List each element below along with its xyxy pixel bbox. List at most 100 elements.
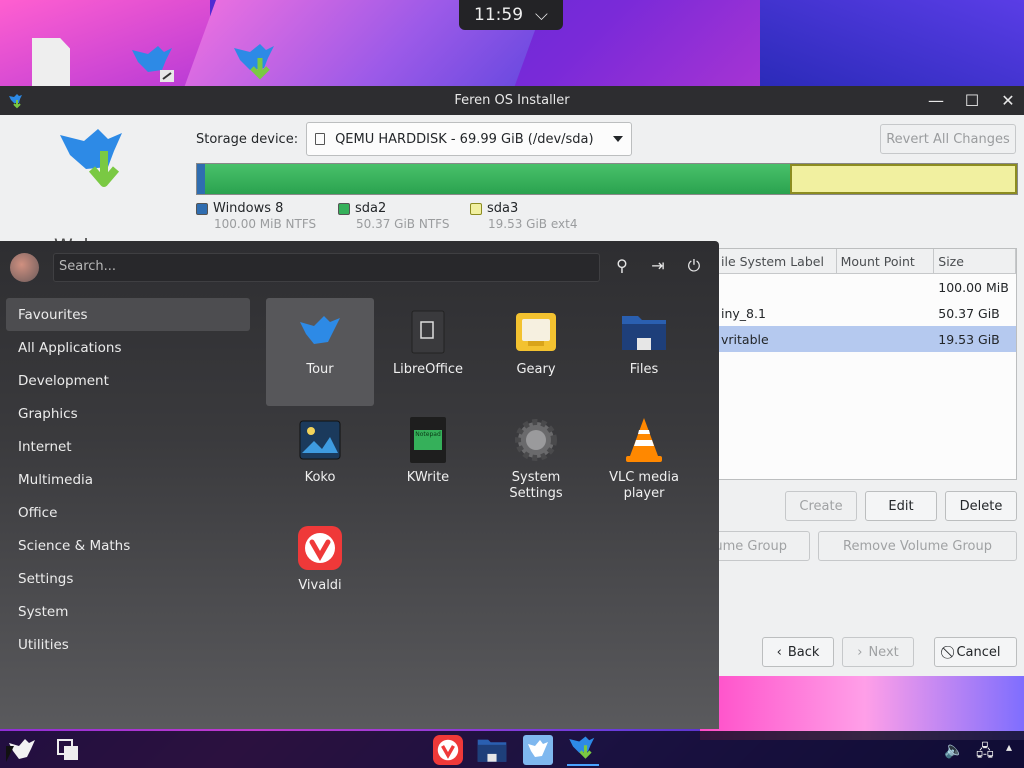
cell-label: vritable [721, 331, 769, 347]
app-koko[interactable]: Koko [266, 406, 374, 514]
revert-all-changes-button[interactable]: Revert All Changes [880, 124, 1016, 154]
vivaldi-icon [296, 524, 344, 572]
app-libreoffice[interactable]: LibreOffice [374, 298, 482, 406]
legend-name: sda2 [355, 201, 387, 216]
category-graphics[interactable]: Graphics [6, 397, 250, 430]
desktop-document-icon[interactable] [32, 38, 70, 86]
back-button-label: Back [787, 644, 820, 660]
harddisk-icon [315, 133, 326, 145]
partition-sda3-segment[interactable] [790, 164, 1017, 194]
app-label: System Settings [509, 470, 563, 501]
maximize-icon[interactable]: ☐ [964, 91, 980, 110]
storage-device-label: Storage device: [196, 131, 299, 147]
power-icon[interactable]: ⏻ [684, 256, 704, 276]
partition-bar [196, 163, 1018, 195]
category-development[interactable]: Development [6, 364, 250, 397]
category-utilities[interactable]: Utilities [6, 628, 250, 661]
storage-device-row: Storage device: QEMU HARDDISK - 69.99 Gi… [196, 122, 633, 156]
tray-expand-icon[interactable]: ▴ [1006, 740, 1012, 754]
partition-sda2-segment[interactable] [205, 164, 790, 194]
partition-windows8-segment[interactable] [197, 164, 205, 194]
chevron-left-icon: ‹ [776, 644, 782, 660]
table-row[interactable]: 100.00 MiB [717, 274, 1016, 300]
taskbar: 🔈 🖧 ▴ [0, 731, 1024, 768]
column-header[interactable]: Size [934, 249, 1016, 273]
search-input[interactable]: Search... [53, 253, 600, 282]
dropdown-caret-icon [613, 136, 624, 142]
taskbar-installer-icon[interactable] [567, 734, 599, 766]
app-label: Vivaldi [298, 578, 342, 593]
taskbar-vivaldi-icon[interactable] [432, 734, 464, 766]
top-clock[interactable]: 11:59 ⌵ [459, 0, 563, 30]
cancel-button-label: Cancel [956, 644, 1001, 660]
partition-table: ile System Label Mount Point Size 100.00… [716, 248, 1017, 480]
cancel-button[interactable]: ⃠ Cancel [934, 637, 1017, 667]
delete-button[interactable]: Delete [945, 491, 1017, 521]
legend-sda3: sda3 19.53 GiB ext4 [470, 201, 577, 231]
volume-muted-icon[interactable]: 🔈 [944, 740, 964, 759]
category-internet[interactable]: Internet [6, 430, 250, 463]
close-icon[interactable]: ✕ [1000, 91, 1016, 110]
minimize-icon[interactable]: — [928, 91, 944, 110]
category-multimedia[interactable]: Multimedia [6, 463, 250, 496]
app-files[interactable]: Files [590, 298, 698, 406]
kwrite-notepad-icon: Notepad [404, 416, 452, 464]
category-science-maths[interactable]: Science & Maths [6, 529, 250, 562]
kwrite-icon-text: Notepad [414, 430, 442, 450]
app-geary[interactable]: Geary [482, 298, 590, 406]
app-kwrite[interactable]: Notepad KWrite [374, 406, 482, 514]
vlc-cone-icon [620, 416, 668, 464]
app-system-settings[interactable]: System Settings [482, 406, 590, 514]
chevron-right-icon: › [857, 644, 863, 660]
next-button-label: Next [868, 644, 899, 660]
category-all-applications[interactable]: All Applications [6, 331, 250, 364]
app-grid: Tour LibreOffice Geary Files Koko Notepa… [266, 298, 706, 622]
cell-size: 100.00 MiB [938, 279, 1009, 295]
column-header[interactable]: ile System Label [717, 249, 837, 273]
legend-name: Windows 8 [213, 201, 284, 216]
show-desktop-icon[interactable] [52, 734, 84, 766]
app-label: Files [629, 362, 659, 377]
storage-device-select[interactable]: QEMU HARDDISK - 69.99 GiB (/dev/sda) [306, 122, 633, 156]
logout-icon[interactable]: ⇥ [648, 256, 668, 276]
installer-titlebar[interactable]: Feren OS Installer — ☐ ✕ [0, 86, 1024, 115]
window-title: Feren OS Installer [454, 93, 570, 108]
app-label: Geary [516, 362, 556, 377]
chevron-down-icon: ⌵ [535, 5, 548, 25]
taskbar-files-icon[interactable] [476, 734, 508, 766]
cell-size: 19.53 GiB [938, 331, 1000, 347]
category-system[interactable]: System [6, 595, 250, 628]
settings-gear-icon [512, 416, 560, 464]
category-favourites[interactable]: Favourites [6, 298, 250, 331]
network-icon[interactable]: 🖧 [976, 740, 994, 767]
column-header[interactable]: Mount Point [837, 249, 935, 273]
application-launcher: Search... ⚲ ⇥ ⏻ Favourites All Applicati… [0, 241, 719, 729]
desktop-feren-link-icon[interactable] [128, 40, 176, 88]
remove-volume-group-button[interactable]: Remove Volume Group [818, 531, 1017, 561]
category-office[interactable]: Office [6, 496, 250, 529]
next-button[interactable]: › Next [842, 637, 914, 667]
table-row[interactable]: iny_8.1 50.37 GiB [717, 300, 1016, 326]
legend-detail: 19.53 GiB ext4 [488, 217, 578, 231]
pin-icon[interactable]: ⚲ [612, 256, 632, 276]
app-vivaldi[interactable]: Vivaldi [266, 514, 374, 622]
back-button[interactable]: ‹ Back [762, 637, 834, 667]
edit-button[interactable]: Edit [865, 491, 937, 521]
app-vlc[interactable]: VLC media player [590, 406, 698, 514]
geary-mail-icon [512, 308, 560, 356]
legend-sda2: sda2 50.37 GiB NTFS [338, 201, 449, 231]
category-list: Favourites All Applications Development … [6, 298, 250, 661]
app-tour[interactable]: Tour [266, 298, 374, 406]
user-avatar[interactable] [10, 253, 39, 282]
legend-swatch [338, 202, 350, 215]
category-settings[interactable]: Settings [6, 562, 250, 595]
app-label: Koko [304, 470, 336, 485]
desktop-installer-icon[interactable] [232, 40, 280, 88]
table-row-selected[interactable]: vritable 19.53 GiB [717, 326, 1016, 352]
legend-swatch [470, 202, 482, 215]
taskbar-tour-icon[interactable] [522, 734, 554, 766]
create-button[interactable]: Create [785, 491, 857, 521]
storage-device-value: QEMU HARDDISK - 69.99 GiB (/dev/sda) [335, 131, 594, 147]
files-folder-icon [620, 308, 668, 356]
app-label: VLC media player [609, 470, 679, 501]
